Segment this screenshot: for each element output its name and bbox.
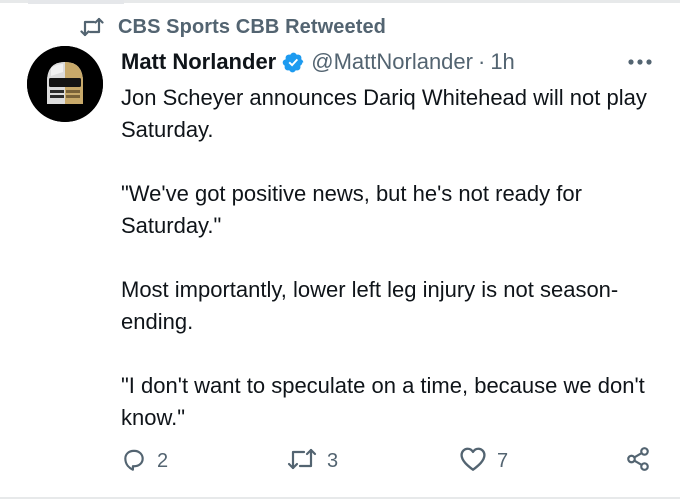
heart-icon	[459, 446, 487, 477]
like-count: 7	[497, 449, 509, 472]
author-name[interactable]: Matt Norlander	[121, 49, 276, 75]
tweet-text: Jon Scheyer announces Dariq Whitehead wi…	[121, 82, 661, 434]
tweet-paragraph: "We've got positive news, but he's not r…	[121, 181, 582, 238]
more-icon	[628, 59, 652, 65]
verified-badge-icon	[282, 51, 305, 74]
tweet-paragraph: Jon Scheyer announces Dariq Whitehead wi…	[121, 85, 647, 142]
retweet-icon	[287, 446, 317, 477]
more-options-button[interactable]	[622, 50, 658, 74]
header-separator: ·	[477, 49, 486, 74]
retweet-button[interactable]: 3	[287, 446, 338, 476]
tweet-timestamp[interactable]: 1h	[490, 49, 514, 75]
retweet-context-icon	[80, 16, 104, 38]
top-divider-accent	[28, 0, 124, 4]
reply-icon	[121, 446, 147, 477]
tweet-paragraph: "I don't want to speculate on a time, be…	[121, 373, 645, 430]
like-button[interactable]: 7	[459, 446, 508, 476]
action-bar: 2 3 7	[121, 446, 661, 476]
retweet-context-label[interactable]: CBS Sports CBB Retweeted	[118, 16, 386, 39]
retweet-count: 3	[327, 449, 339, 472]
tweet-paragraph: Most importantly, lower left leg injury …	[121, 277, 619, 334]
share-icon	[625, 446, 651, 477]
reply-button[interactable]: 2	[121, 446, 168, 476]
tweet-card[interactable]: CBS Sports CBB Retweeted Matt Norlander …	[0, 0, 680, 499]
retweet-context[interactable]: CBS Sports CBB Retweeted	[80, 13, 386, 41]
author-handle[interactable]: @MattNorlander	[311, 49, 473, 75]
share-button[interactable]	[625, 446, 651, 476]
avatar[interactable]	[27, 46, 103, 122]
tweet-header: Matt Norlander @MattNorlander · 1h	[121, 47, 515, 77]
reply-count: 2	[157, 449, 169, 472]
